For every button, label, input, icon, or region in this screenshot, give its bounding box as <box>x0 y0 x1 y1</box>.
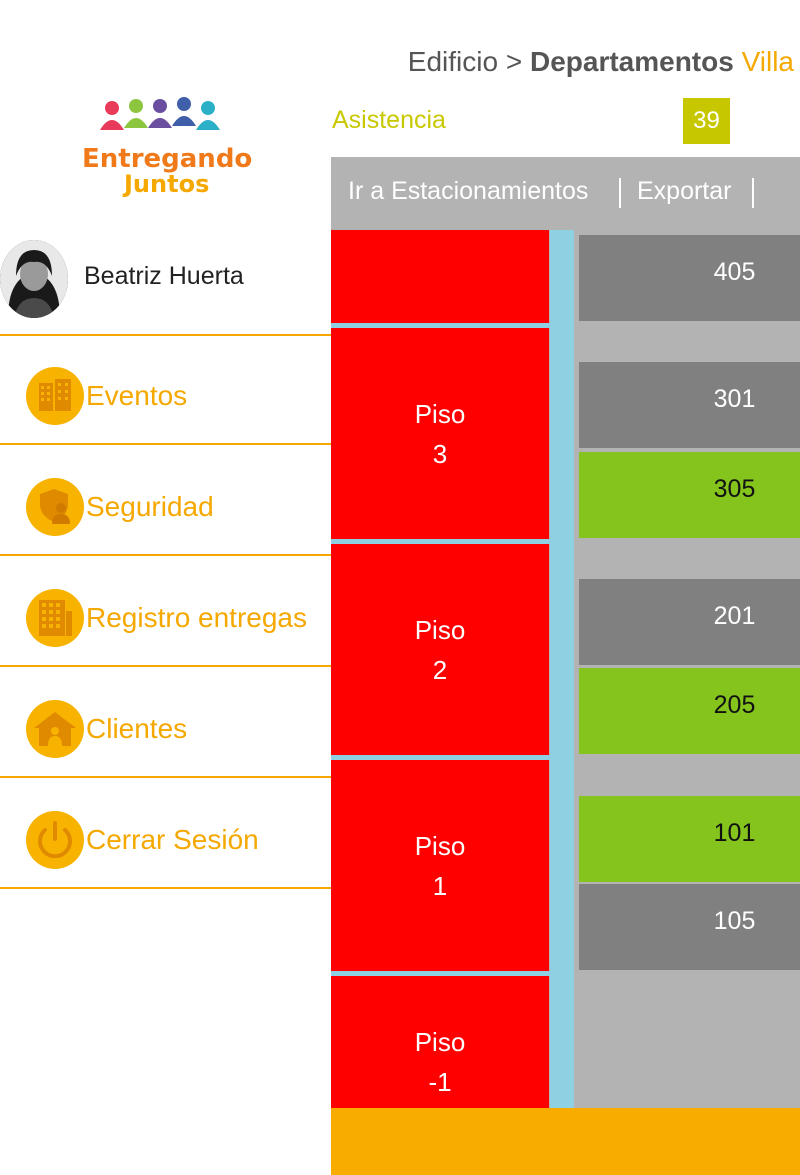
floor-block-partial[interactable] <box>331 230 549 323</box>
app-logo: Entregando Juntos <box>78 94 258 199</box>
breadcrumb-root[interactable]: Edificio > <box>408 46 522 77</box>
unit-205[interactable]: 205 <box>579 668 800 754</box>
toolbar-divider <box>752 178 754 208</box>
breadcrumb-suffix: Villa <box>741 46 794 77</box>
user-name: Beatriz Huerta <box>84 262 244 290</box>
toolbar: Ir a Estacionamientos Exportar <box>331 157 800 230</box>
menu-item-seguridad[interactable]: Seguridad <box>0 445 331 556</box>
menu-label-seguridad: Seguridad <box>86 491 214 522</box>
menu-item-clientes[interactable]: Clientes <box>0 667 331 778</box>
floor-number: 2 <box>432 654 448 685</box>
menu-label-registro-entregas: Registro entregas <box>86 602 308 633</box>
unit-number: 301 <box>713 385 756 413</box>
floor-block-basement[interactable]: Piso -1 <box>331 976 549 1108</box>
menu-item-cerrar-sesion[interactable]: Cerrar Sesión <box>0 778 331 889</box>
menu-label-cerrar-sesion: Cerrar Sesión <box>86 824 259 855</box>
menu-label-eventos: Eventos <box>86 380 188 411</box>
user-profile[interactable]: Beatriz Huerta <box>0 232 331 336</box>
floor-block-2[interactable]: Piso 2 <box>331 544 549 755</box>
unit-number: 305 <box>713 475 756 503</box>
footer-bar <box>331 1108 800 1175</box>
menu-label-clientes: Clientes <box>86 713 188 744</box>
asistencia-label[interactable]: Asistencia <box>332 106 446 135</box>
floor-number: -1 <box>428 1067 452 1097</box>
unit-305[interactable]: 305 <box>579 452 800 538</box>
avatar[interactable] <box>0 240 68 318</box>
asistencia-count-badge: 39 <box>683 98 730 144</box>
breadcrumb-current: Departamentos <box>529 46 734 77</box>
unit-number: 405 <box>713 258 756 286</box>
elevator-shaft <box>550 230 574 1108</box>
logo-text-2: Juntos <box>122 170 209 198</box>
unit-405[interactable]: 405 <box>579 235 800 321</box>
unit-number: 205 <box>713 691 756 719</box>
building-grid: Piso 3 Piso 2 Piso 1 Piso -1 405 301 305… <box>331 230 800 1108</box>
floor-label: Piso <box>414 1027 466 1057</box>
floor-label: Piso <box>414 398 466 429</box>
power-icon <box>26 811 84 869</box>
floor-number: 1 <box>432 870 448 901</box>
go-to-parking-button[interactable]: Ir a Estacionamientos <box>348 177 588 206</box>
floor-block-3[interactable]: Piso 3 <box>331 328 549 539</box>
floor-label: Piso <box>414 830 466 861</box>
shield-user-icon <box>26 478 84 536</box>
unit-number: 105 <box>713 907 756 935</box>
unit-301[interactable]: 301 <box>579 362 800 448</box>
unit-101[interactable]: 101 <box>579 796 800 882</box>
toolbar-divider <box>619 178 621 208</box>
house-user-icon <box>26 700 84 758</box>
menu-item-eventos[interactable]: Eventos <box>0 334 331 445</box>
export-button[interactable]: Exportar <box>637 177 731 206</box>
apartment-building-icon <box>26 589 84 647</box>
building-icon <box>26 367 84 425</box>
unit-number: 101 <box>713 819 756 847</box>
sidebar-menu: Eventos Seguridad Registro entregas Clie… <box>0 334 331 889</box>
breadcrumb: Edificio > Departamentos Villa <box>408 46 794 78</box>
unit-105[interactable]: 105 <box>579 884 800 970</box>
menu-item-registro-entregas[interactable]: Registro entregas <box>0 556 331 667</box>
unit-number: 201 <box>713 602 756 630</box>
unit-201[interactable]: 201 <box>579 579 800 665</box>
floor-block-1[interactable]: Piso 1 <box>331 760 549 971</box>
floor-number: 3 <box>432 438 448 469</box>
floor-label: Piso <box>414 614 466 645</box>
